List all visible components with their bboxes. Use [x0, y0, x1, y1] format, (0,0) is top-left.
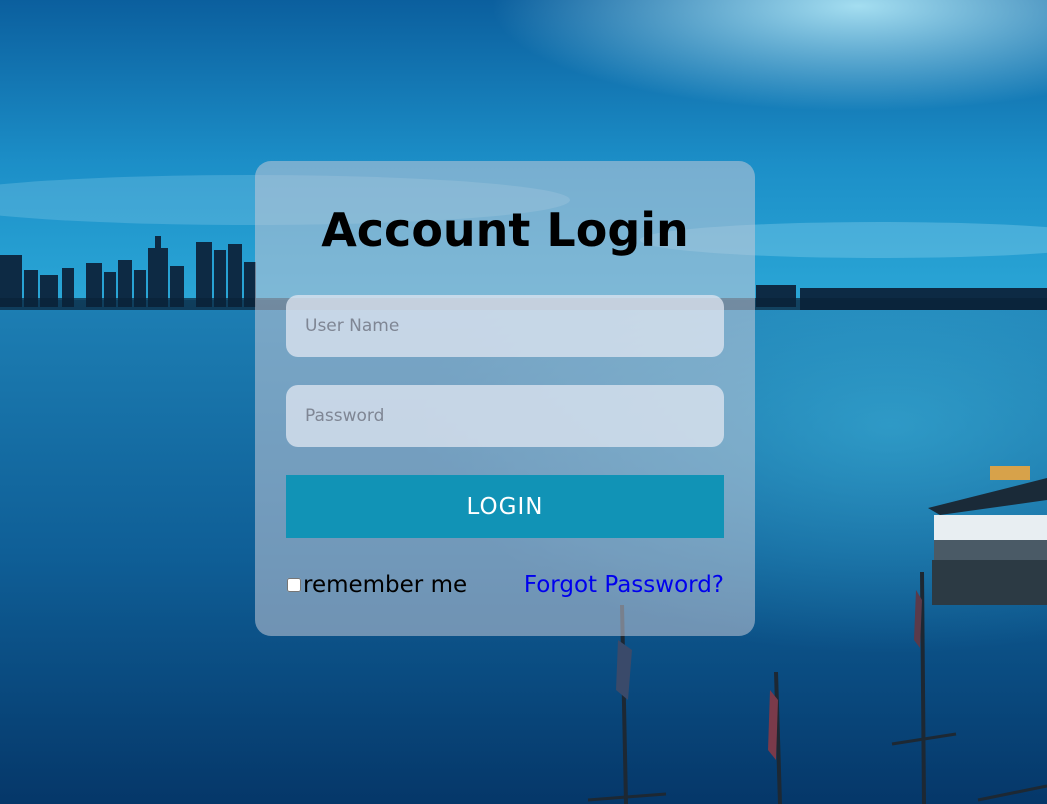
forgot-password-link[interactable]: Forgot Password? — [524, 568, 724, 602]
remember-me-checkbox[interactable] — [287, 578, 301, 592]
remember-me[interactable]: remember me — [286, 568, 467, 602]
username-input[interactable] — [286, 295, 724, 357]
page-title: Account Login — [321, 203, 689, 257]
login-button[interactable]: LOGIN — [286, 475, 724, 538]
remember-me-label: remember me — [303, 572, 468, 598]
login-card: Account Login LOGIN remember me Forgot P… — [255, 161, 755, 636]
password-input[interactable] — [286, 385, 724, 447]
